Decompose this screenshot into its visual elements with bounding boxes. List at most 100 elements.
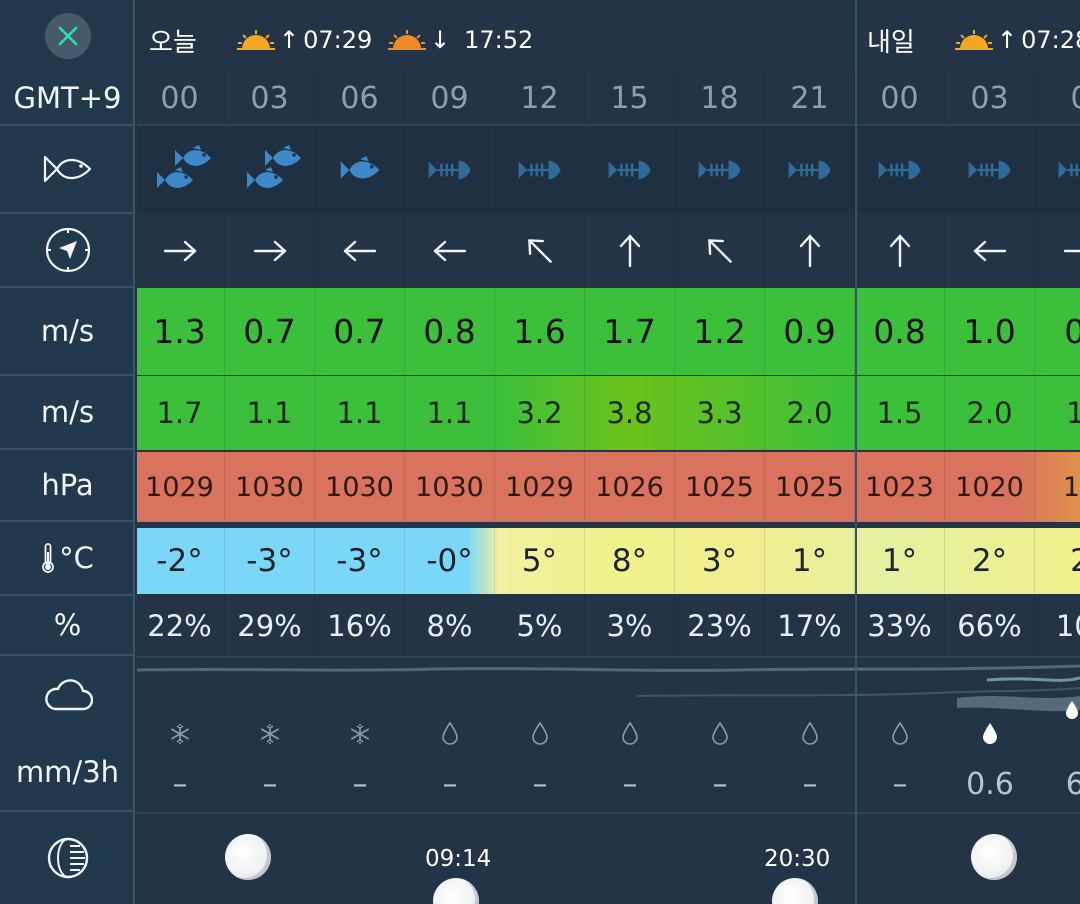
fish-bone-icon [518,160,560,180]
humidity-label: % [0,596,135,656]
fish-activity-cell [855,126,945,214]
wind-arrow-icon [253,240,286,262]
hour-cell: 00 [137,72,225,124]
precipitation-value: – [892,767,908,802]
pressure-cell: 10 [1062,471,1080,503]
gust-speed-cell: 2.0 [945,376,1035,450]
gust-speed-row: 1.71.11.11.13.23.83.32.01.52.01. [137,376,1080,450]
day-separator [855,0,857,904]
fish-icon [43,155,91,183]
wind-speed-cell: 1.0 [945,288,1035,375]
hour-cell: 06 [315,72,405,124]
hour-cell: 03 [945,72,1035,124]
precip-icon-wrap [621,685,639,745]
tomorrow-label: 내일 [867,28,915,58]
wind-speed-row: 1.30.70.70.81.61.71.20.90.81.00. [137,288,1080,376]
close-button[interactable] [44,13,91,59]
today-sunrise: ↑ 07:29 [237,26,372,54]
wind-direction-cell [405,214,495,288]
hour-cell: 03 [225,72,315,124]
moon-phase-label [0,812,135,904]
precipitation-row: – – – – – – – – – 0.6 6. [137,656,1080,812]
temperature-cell: 1° [765,528,855,594]
moonset-moon-icon [772,878,818,904]
wind-direction-cell [675,214,765,288]
timezone-label: GMT+9 [0,72,135,126]
snowflake-icon [260,724,280,744]
wind-arrow-icon [973,240,1006,262]
snowflake-icon [350,724,370,744]
wind-speed-cell: 1.3 [137,288,225,375]
precipitation-cell: 0.6 [945,658,1035,812]
precipitation-cell: – [585,658,675,812]
raindrop-icon [802,721,818,745]
sunrise-icon [955,30,993,50]
wind-direction-cell [855,214,945,288]
wind-direction-cell [585,214,675,288]
fish-bone-icon [788,160,830,180]
humidity-cell: 33% [855,596,945,656]
humidity-cell: 5% [495,596,585,656]
precipitation-cell: – [315,658,405,812]
precipitation-unit: mm/3h [15,754,120,789]
full-moon-icon [225,834,271,880]
pressure-cell: 1030 [405,452,495,522]
temperature-row: -2° -3° -3° -0° 5° 8° 3° 1° 1° 2° 2 [137,528,1080,594]
compass-icon [45,227,90,273]
humidity-cell: 66% [945,596,1035,656]
fish-activity-row [137,126,1080,214]
wind-arrow-icon [619,234,640,268]
humidity-cell: 8% [405,596,495,656]
humidity-cell: 16% [315,596,405,656]
wind-arrow-icon [343,240,376,262]
precip-icon-wrap [169,685,191,745]
wind-direction-cell [1035,214,1080,288]
precip-icon-wrap [711,685,729,745]
full-moon-icon [971,834,1017,880]
humidity-cell: 22% [137,596,225,656]
fish-activity-cell [585,126,675,214]
precipitation-value: 6. [1065,767,1080,802]
precipitation-value: – [172,767,188,802]
fish-activity-cell [945,126,1035,214]
hour-cell: 12 [495,72,585,124]
gust-speed-cell: 1.7 [137,376,225,450]
precip-icon-wrap [441,685,459,745]
sun-header-row: 오늘 ↑ 07:29 ↓ 17:52 내일 ↑ 07:2 [137,0,1080,72]
precip-icon-wrap [531,685,549,745]
temperature-cell: 8° [585,528,675,594]
temperature-cell: 3° [675,528,765,594]
raindrops-filled-icon [1066,701,1078,719]
weather-app: GMT+9 m/s m/s hPa °C % mm/3h 오늘 ↑ 07:29 … [0,0,1080,904]
pressure-cell: 1026 [585,452,675,522]
today-sunset-time: 17:52 [464,26,534,54]
precipitation-value: – [442,767,458,802]
raindrop-icon [532,721,548,745]
today-label: 오늘 [149,28,197,58]
precipitation-value: – [712,767,728,802]
tomorrow-sunrise-time: 07:28 [1021,26,1080,54]
forecast-grid[interactable]: 오늘 ↑ 07:29 ↓ 17:52 내일 ↑ 07:2 00 03 06 09… [137,0,1080,904]
raindrop-icon [442,721,458,745]
fish-activity-cell [225,126,315,214]
fish-active-icon [156,145,211,188]
precip-icon-wrap [259,685,281,745]
wind-speed-cell: 1.7 [585,288,675,375]
humidity-cell: 29% [225,596,315,656]
gust-speed-cell: 3.3 [675,376,765,450]
precipitation-cell: – [225,658,315,812]
hour-row: 000306091215182100030 [137,72,1080,126]
humidity-cell: 23% [675,596,765,656]
precip-icon-wrap [349,685,371,745]
moonset-time: 20:30 [764,846,831,872]
fish-activity-cell [1035,126,1080,214]
moonrise-moon-icon [433,878,479,904]
precipitation-value: – [352,767,368,802]
temperature-cell: 1° [855,528,945,594]
wind-speed-cell: 0.8 [405,288,495,375]
wind-direction-cell [945,214,1035,288]
cloud-icon [44,678,93,710]
wind-speed-cell: 0.7 [225,288,315,375]
wind-direction-label [0,214,135,288]
humidity-cell: 10( [1055,609,1080,643]
